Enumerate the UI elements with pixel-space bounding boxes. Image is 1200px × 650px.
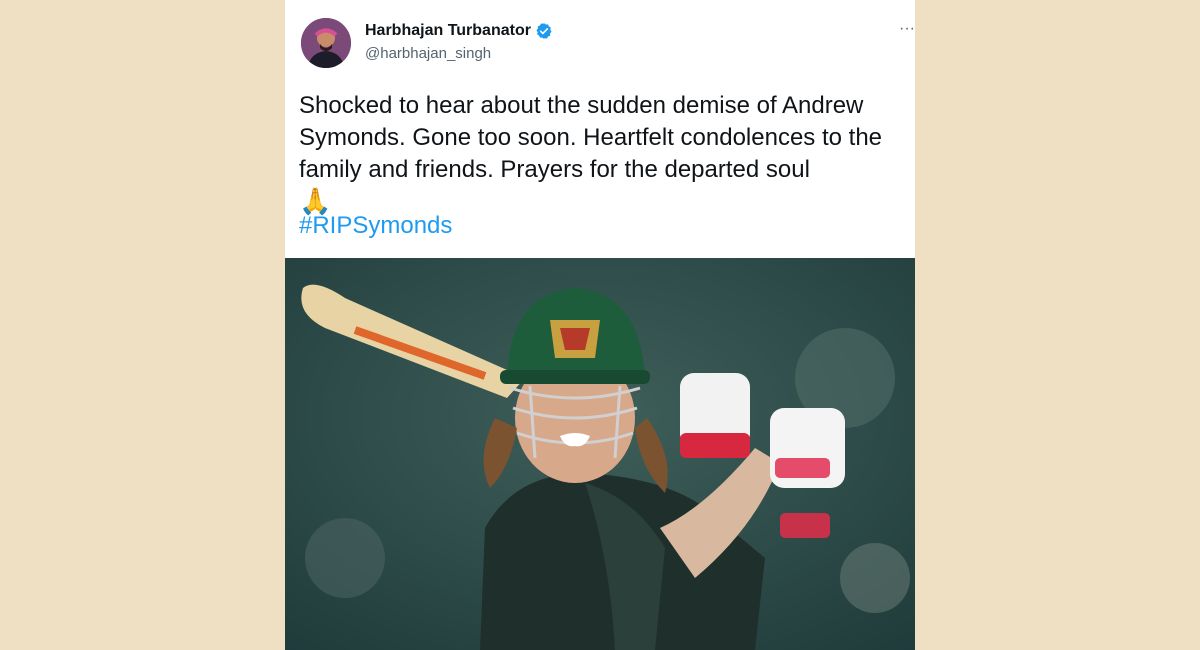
avatar[interactable] xyxy=(301,18,351,68)
tweet-photo[interactable] xyxy=(285,258,915,650)
hashtag-link[interactable]: #RIPSymonds xyxy=(299,212,452,240)
more-options-icon[interactable]: ··· xyxy=(891,20,915,38)
avatar-image xyxy=(301,18,351,68)
tweet-text: Shocked to hear about the sudden demise … xyxy=(299,92,883,183)
verified-badge-icon xyxy=(536,23,552,39)
author-name-text: Harbhajan Turbanator xyxy=(365,22,531,39)
author-handle[interactable]: @harbhajan_singh xyxy=(365,45,491,62)
author-name[interactable]: Harbhajan Turbanator xyxy=(365,22,553,40)
tweet-header: Harbhajan Turbanator @harbhajan_singh ··… xyxy=(285,0,915,80)
tweet-card: Harbhajan Turbanator @harbhajan_singh ··… xyxy=(285,0,915,650)
cricketer-photo xyxy=(285,258,915,650)
tweet-body: Shocked to hear about the sudden demise … xyxy=(299,90,899,216)
